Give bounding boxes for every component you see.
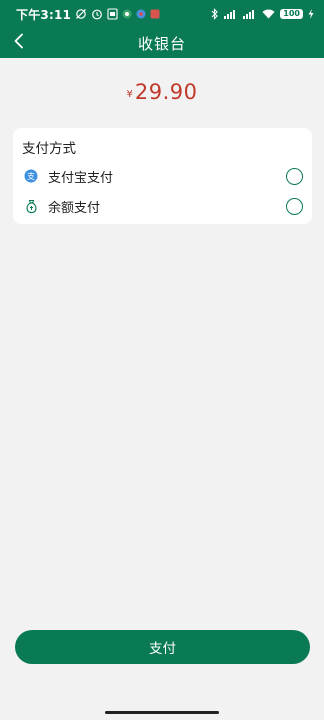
- pay-button[interactable]: 支付: [15, 630, 310, 664]
- amount-value: 29.90: [134, 80, 198, 104]
- alipay-radio[interactable]: [286, 167, 303, 185]
- balance-radio[interactable]: [286, 197, 303, 215]
- alipay-icon: 支: [23, 168, 39, 184]
- wifi-icon: [262, 9, 275, 19]
- alarm-off-icon: [75, 8, 87, 20]
- app-badge-icon: [122, 9, 132, 19]
- back-button[interactable]: [8, 32, 30, 54]
- status-bar: 下午3:11 100: [0, 0, 324, 28]
- home-indicator: [105, 711, 219, 714]
- app-badge-icon: [136, 9, 146, 19]
- signal-icon: [243, 9, 257, 19]
- page-title: 收银台: [137, 34, 186, 53]
- payment-amount: ¥29.90: [0, 80, 324, 104]
- chevron-left-icon: [13, 33, 25, 53]
- payment-section-title: 支付方式: [22, 141, 76, 157]
- header-bar: 收银台: [0, 28, 324, 58]
- battery-icon: 100: [280, 9, 303, 19]
- payment-option-balance[interactable]: 余额支付: [13, 191, 312, 221]
- status-time: 下午3:11: [16, 7, 72, 22]
- currency-symbol: ¥: [126, 89, 133, 100]
- app-badge-icon: [150, 9, 160, 19]
- payment-option-label: 支付宝支付: [48, 170, 114, 186]
- bluetooth-icon: [211, 8, 219, 20]
- sim-icon: [107, 8, 118, 20]
- alarm-clock-icon: [91, 8, 103, 20]
- status-bar-right: 100: [211, 8, 314, 20]
- signal-icon: [224, 9, 238, 19]
- payment-option-label: 余额支付: [48, 200, 101, 216]
- payment-methods-card: 支付方式 支 支付宝支付 余额支付: [13, 128, 312, 224]
- money-bag-icon: [23, 198, 39, 214]
- charging-icon: [308, 9, 314, 19]
- svg-text:支: 支: [27, 171, 35, 181]
- payment-option-alipay[interactable]: 支 支付宝支付: [13, 161, 312, 191]
- status-bar-left: 下午3:11: [16, 6, 160, 23]
